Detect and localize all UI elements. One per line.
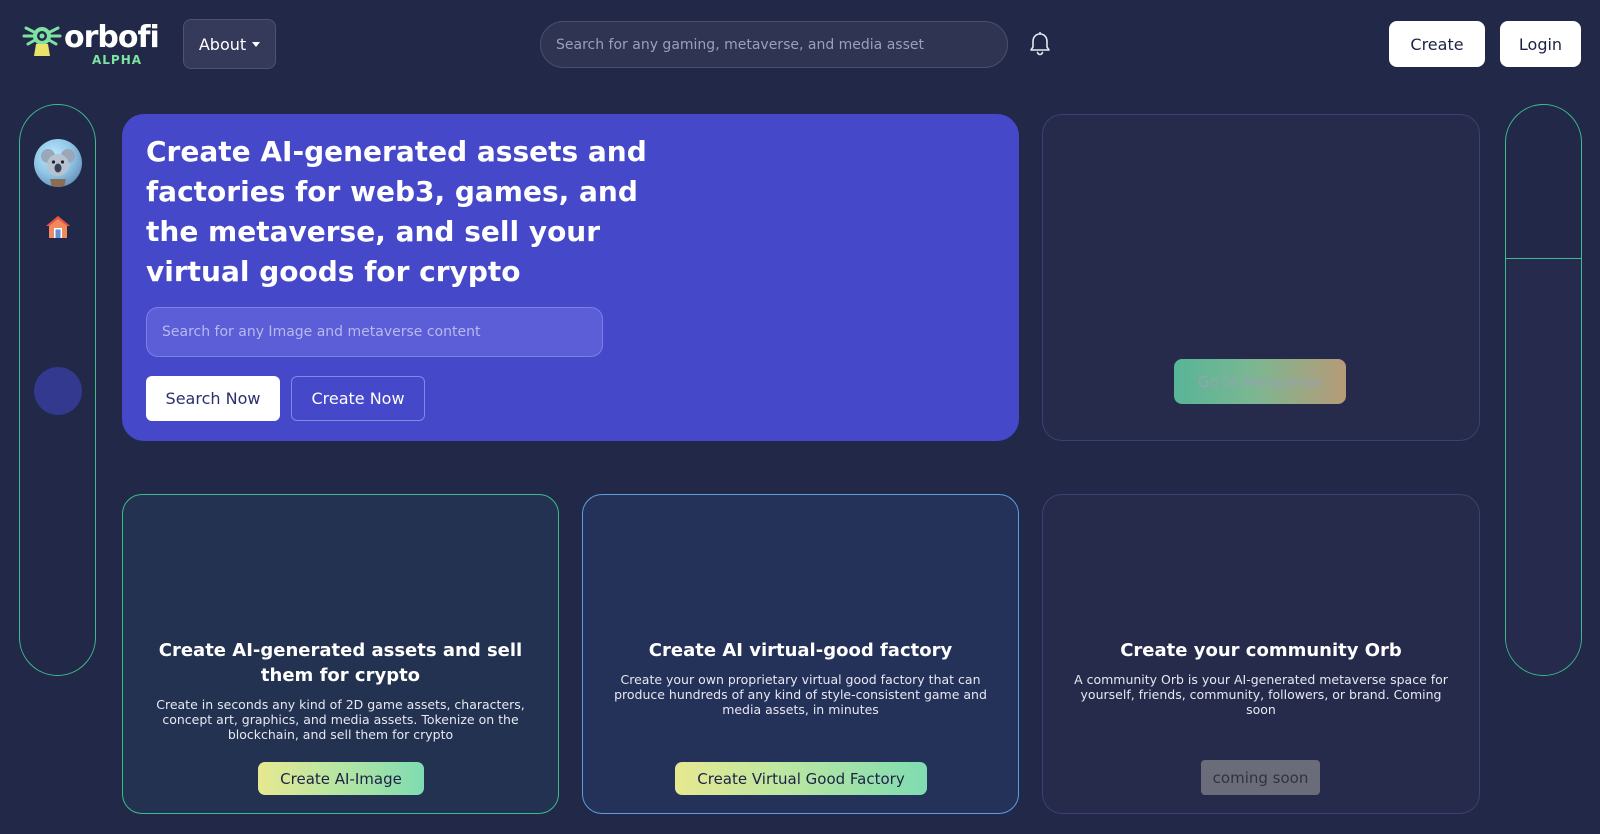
feature-card-title: Create your community Orb <box>1120 640 1402 661</box>
caret-down-icon <box>252 41 261 47</box>
orbofi-logo[interactable]: orbofi ALPHA <box>22 18 160 70</box>
go-to-metaverse-button[interactable]: Go to Metaverse <box>1174 359 1346 404</box>
orbofi-logo-icon <box>22 26 62 56</box>
feature-card-ai-assets: Create AI-generated assets and sell them… <box>122 494 559 814</box>
logo-alpha-badge: ALPHA <box>92 53 143 67</box>
feature-card-title: Create AI virtual-good factory <box>648 640 953 661</box>
feature-card-description: A community Orb is your AI-generated met… <box>1074 672 1448 717</box>
right-sidebar-lower-panel <box>1506 259 1581 675</box>
hero-title: Create AI-generated assets and factories… <box>146 135 647 288</box>
metaverse-card: Go to Metaverse <box>1042 114 1480 441</box>
hero-search-input[interactable]: Search for any Image and metaverse conte… <box>146 307 603 357</box>
feature-card-description: Create in seconds any kind of 2D game as… <box>156 697 525 742</box>
create-virtual-good-factory-button[interactable]: Create Virtual Good Factory <box>675 762 927 795</box>
home-icon[interactable] <box>44 214 72 240</box>
user-avatar[interactable] <box>34 139 82 187</box>
feature-card-factory: Create AI virtual-good factory Create yo… <box>582 494 1019 814</box>
right-sidebar <box>1505 104 1582 676</box>
about-label: About <box>198 34 247 54</box>
create-now-button[interactable]: Create Now <box>291 376 425 421</box>
about-dropdown[interactable]: About <box>183 19 276 69</box>
hero-search-placeholder: Search for any Image and metaverse conte… <box>162 324 481 340</box>
login-button[interactable]: Login <box>1500 21 1581 67</box>
search-now-button[interactable]: Search Now <box>146 376 280 421</box>
logo-wordmark: orbofi <box>64 20 160 55</box>
feature-card-title: Create AI-generated assets and sell them… <box>158 640 523 686</box>
koala-avatar-icon <box>41 149 75 187</box>
feature-card-description: Create your own proprietary virtual good… <box>614 672 987 717</box>
coming-soon-button: coming soon <box>1201 760 1320 795</box>
sidebar-circle-button[interactable] <box>34 367 82 415</box>
create-ai-image-button[interactable]: Create AI-Image <box>258 762 424 795</box>
feature-card-community-orb: Create your community Orb A community Or… <box>1042 494 1480 814</box>
hero-banner: Create AI-generated assets and factories… <box>122 114 1019 441</box>
global-search-placeholder: Search for any gaming, metaverse, and me… <box>556 36 924 53</box>
header-create-button[interactable]: Create <box>1389 21 1485 67</box>
bell-icon[interactable] <box>1028 31 1052 57</box>
global-search-input[interactable]: Search for any gaming, metaverse, and me… <box>540 21 1008 68</box>
